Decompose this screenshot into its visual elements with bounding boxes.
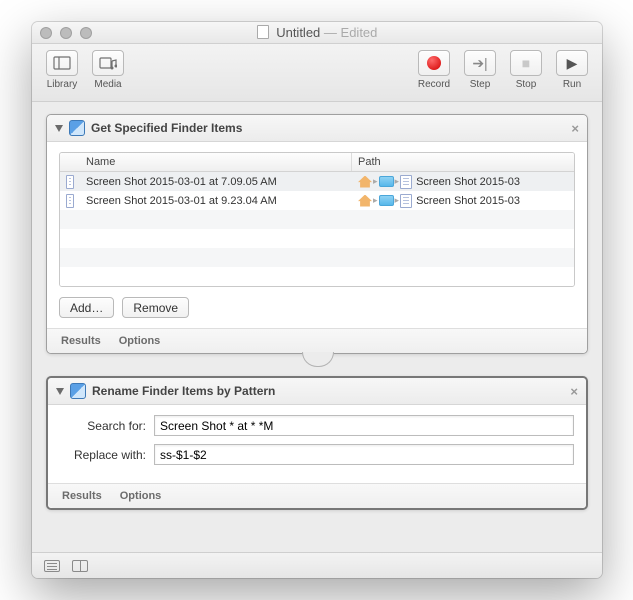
table-body: Screen Shot 2015-03-01 at 7.09.05 AM ▸ ▸… <box>60 172 574 286</box>
media-button[interactable] <box>92 50 124 76</box>
file-icon <box>66 175 74 189</box>
close-icon[interactable]: × <box>571 121 579 136</box>
run-button[interactable]: ▶ <box>556 50 588 76</box>
action-header[interactable]: Rename Finder Items by Pattern × <box>48 378 586 405</box>
remove-button[interactable]: Remove <box>122 297 189 318</box>
action-title: Get Specified Finder Items <box>91 121 242 135</box>
record-toolbar-item: Record <box>414 50 454 90</box>
step-toolbar-item: ➔| Step <box>460 50 500 90</box>
column-name[interactable]: Name <box>80 153 352 171</box>
list-view-icon[interactable] <box>44 560 60 572</box>
column-view-icon[interactable] <box>72 560 88 572</box>
folder-icon <box>379 195 394 206</box>
items-table: Name Path Screen Shot 2015-03-01 at 7.09… <box>59 152 575 287</box>
close-icon[interactable]: × <box>570 384 578 399</box>
stop-button[interactable]: ■ <box>510 50 542 76</box>
step-icon: ➔| <box>472 55 487 72</box>
table-row-empty <box>60 229 574 248</box>
action-get-specified-finder-items: Get Specified Finder Items × Name Path S… <box>46 114 588 354</box>
stop-label: Stop <box>516 79 537 90</box>
results-tab[interactable]: Results <box>62 490 102 502</box>
step-button[interactable]: ➔| <box>464 50 496 76</box>
file-name: Screen Shot 2015-03-01 at 9.23.04 AM <box>80 195 352 207</box>
search-for-input[interactable] <box>154 415 574 436</box>
table-row-empty <box>60 210 574 229</box>
path-file-name: Screen Shot 2015-03 <box>416 195 520 207</box>
run-label: Run <box>563 79 581 90</box>
record-label: Record <box>418 79 450 90</box>
file-name: Screen Shot 2015-03-01 at 7.09.05 AM <box>80 176 352 188</box>
table-header: Name Path <box>60 153 574 172</box>
add-button[interactable]: Add… <box>59 297 114 318</box>
home-icon <box>358 195 372 207</box>
options-tab[interactable]: Options <box>120 490 162 502</box>
toolbar: Library Media Record ➔| Step ■ Stop <box>32 44 602 102</box>
workflow-canvas[interactable]: Get Specified Finder Items × Name Path S… <box>32 102 602 552</box>
window-controls <box>40 27 92 39</box>
column-path[interactable]: Path <box>352 153 574 171</box>
action-header[interactable]: Get Specified Finder Items × <box>47 115 587 142</box>
stop-toolbar-item: ■ Stop <box>506 50 546 90</box>
finder-icon <box>70 383 86 399</box>
window: Untitled — Edited Library Media Rec <box>32 22 602 578</box>
file-icon <box>400 194 412 208</box>
zoom-light[interactable] <box>80 27 92 39</box>
results-tab[interactable]: Results <box>61 335 101 347</box>
action-rename-finder-items: Rename Finder Items by Pattern × Search … <box>46 376 588 510</box>
finder-icon <box>69 120 85 136</box>
replace-with-input[interactable] <box>154 444 574 465</box>
file-icon <box>66 194 74 208</box>
disclosure-triangle-icon[interactable] <box>55 125 63 132</box>
stop-icon: ■ <box>522 55 530 71</box>
search-for-label: Search for: <box>60 419 146 433</box>
replace-with-label: Replace with: <box>60 448 146 462</box>
options-tab[interactable]: Options <box>119 335 161 347</box>
library-button[interactable] <box>46 50 78 76</box>
file-icon <box>400 175 412 189</box>
table-row[interactable]: Screen Shot 2015-03-01 at 7.09.05 AM ▸ ▸… <box>60 172 574 191</box>
path-file-name: Screen Shot 2015-03 <box>416 176 520 188</box>
home-icon <box>358 176 372 188</box>
step-label: Step <box>470 79 491 90</box>
window-title: Untitled — Edited <box>32 25 602 40</box>
library-toolbar-item: Library <box>42 50 82 90</box>
titlebar[interactable]: Untitled — Edited <box>32 22 602 44</box>
table-row-empty <box>60 267 574 286</box>
record-button[interactable] <box>418 50 450 76</box>
table-row[interactable]: Screen Shot 2015-03-01 at 9.23.04 AM ▸ ▸… <box>60 191 574 210</box>
action-title: Rename Finder Items by Pattern <box>92 384 275 398</box>
disclosure-triangle-icon[interactable] <box>56 388 64 395</box>
record-icon <box>427 56 441 70</box>
media-label: Media <box>94 79 121 90</box>
library-label: Library <box>47 79 78 90</box>
folder-icon <box>379 176 394 187</box>
run-toolbar-item: ▶ Run <box>552 50 592 90</box>
run-icon: ▶ <box>567 55 578 72</box>
document-icon <box>257 25 269 39</box>
title-text: Untitled <box>276 25 320 40</box>
action-connector <box>302 353 332 367</box>
minimize-light[interactable] <box>60 27 72 39</box>
status-bar <box>32 552 602 578</box>
edited-text: Edited <box>341 25 378 40</box>
table-row-empty <box>60 248 574 267</box>
media-toolbar-item: Media <box>88 50 128 90</box>
close-light[interactable] <box>40 27 52 39</box>
